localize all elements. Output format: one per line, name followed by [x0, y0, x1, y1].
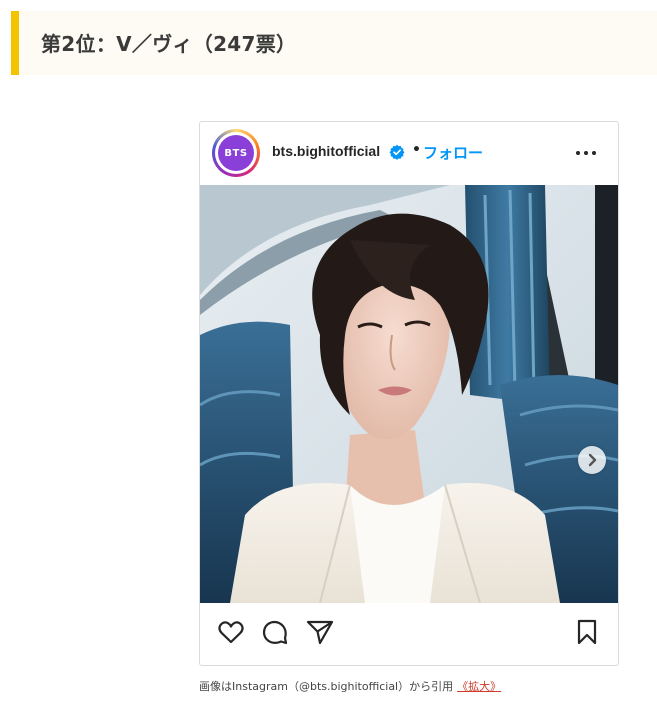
comment-icon[interactable] [260, 617, 290, 647]
post-actions [200, 617, 618, 657]
next-arrow-icon[interactable] [578, 446, 606, 474]
enlarge-link[interactable]: 《拡大》 [457, 680, 501, 693]
share-icon[interactable] [305, 617, 335, 647]
section-heading: 第2位：V／ヴィ（247票） [11, 11, 657, 75]
caption-text: 画像はInstagram（@bts.bighitofficial）から引用 [199, 680, 454, 693]
heart-icon[interactable] [216, 617, 246, 647]
post-photo[interactable] [200, 185, 618, 603]
verified-icon [389, 144, 405, 160]
portrait-image [200, 185, 618, 603]
heading-title: 第2位：V／ヴィ（247票） [41, 32, 297, 56]
more-options-icon[interactable] [574, 144, 598, 162]
avatar: BTS [218, 135, 254, 171]
follow-button[interactable]: フォロー [423, 142, 483, 163]
instagram-embed: BTS bts.bighitofficial • フォロー [199, 121, 619, 666]
separator-dot: • [412, 142, 421, 158]
avatar-ring[interactable]: BTS [212, 129, 260, 177]
username-link[interactable]: bts.bighitofficial [272, 143, 380, 159]
image-caption: 画像はInstagram（@bts.bighitofficial）から引用 《拡大… [199, 678, 501, 694]
post-header: BTS bts.bighitofficial • フォロー [200, 122, 618, 184]
bookmark-icon[interactable] [572, 617, 602, 647]
